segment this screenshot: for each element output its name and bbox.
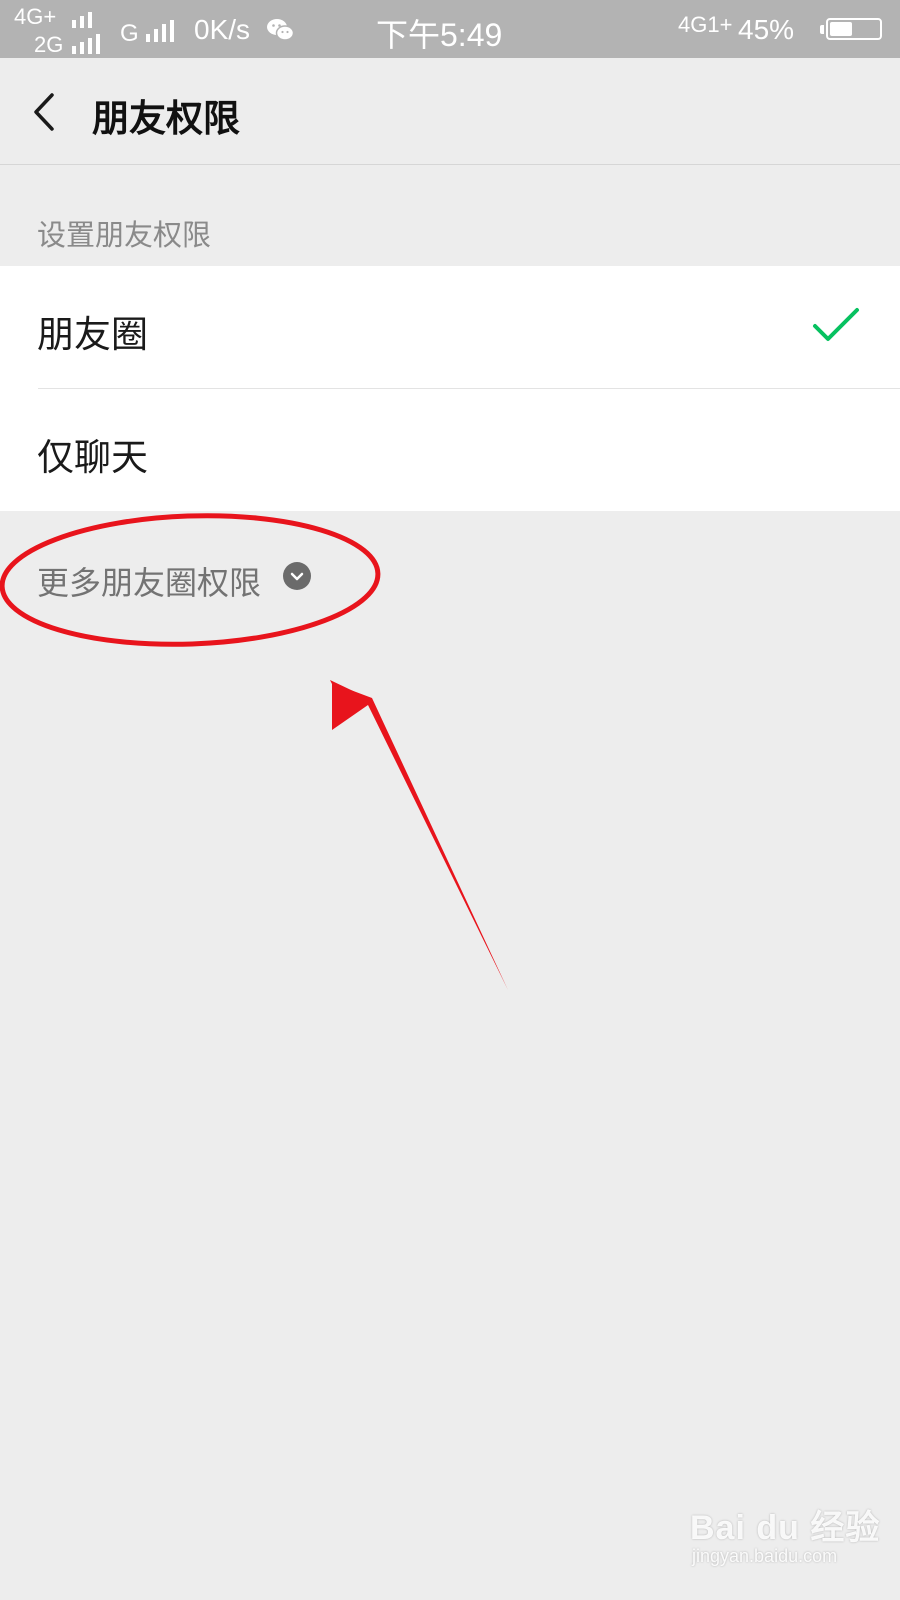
network-label-1: 4G+ [14, 4, 57, 29]
network-speed: 0K/s [194, 14, 251, 45]
more-label: 更多朋友圈权限 [37, 564, 262, 602]
signal-bars-icon [72, 34, 104, 54]
battery-percent: 45% [738, 14, 795, 45]
section-label: 设置朋友权限 [37, 218, 212, 252]
network-label-2: 2G [34, 32, 64, 57]
permission-options: 朋友圈 仅聊天 [0, 266, 900, 511]
watermark-url: jingyan.baidu.com [692, 1546, 838, 1566]
status-time: 下午5:49 [376, 17, 503, 53]
annotation-arrow [332, 683, 508, 990]
annotation-arrow-head [330, 680, 372, 716]
battery-level [830, 22, 852, 36]
back-chevron-icon[interactable] [30, 92, 60, 132]
battery-icon [826, 18, 882, 40]
option-label: 朋友圈 [37, 313, 148, 356]
chevron-down-circle-icon [283, 562, 311, 590]
network-label-right: 4G1+ [678, 12, 733, 37]
check-icon [813, 308, 859, 341]
signal-bars-icon [146, 20, 178, 42]
page-title: 朋友权限 [92, 97, 240, 140]
battery-nub [820, 25, 824, 34]
option-moments[interactable]: 朋友圈 [0, 266, 900, 389]
option-chat-only[interactable]: 仅聊天 [0, 389, 900, 511]
watermark-brand: Bai du 经验 [690, 1509, 881, 1547]
status-bar: 4G+ 2G G 0K/s 下午5:49 4G1+ 45% [0, 0, 900, 58]
signal-bars-icon [72, 10, 100, 28]
nav-bar: 朋友权限 [0, 58, 900, 165]
option-label: 仅聊天 [37, 436, 148, 479]
network-label-3: G [120, 20, 139, 47]
wechat-icon [267, 19, 294, 41]
